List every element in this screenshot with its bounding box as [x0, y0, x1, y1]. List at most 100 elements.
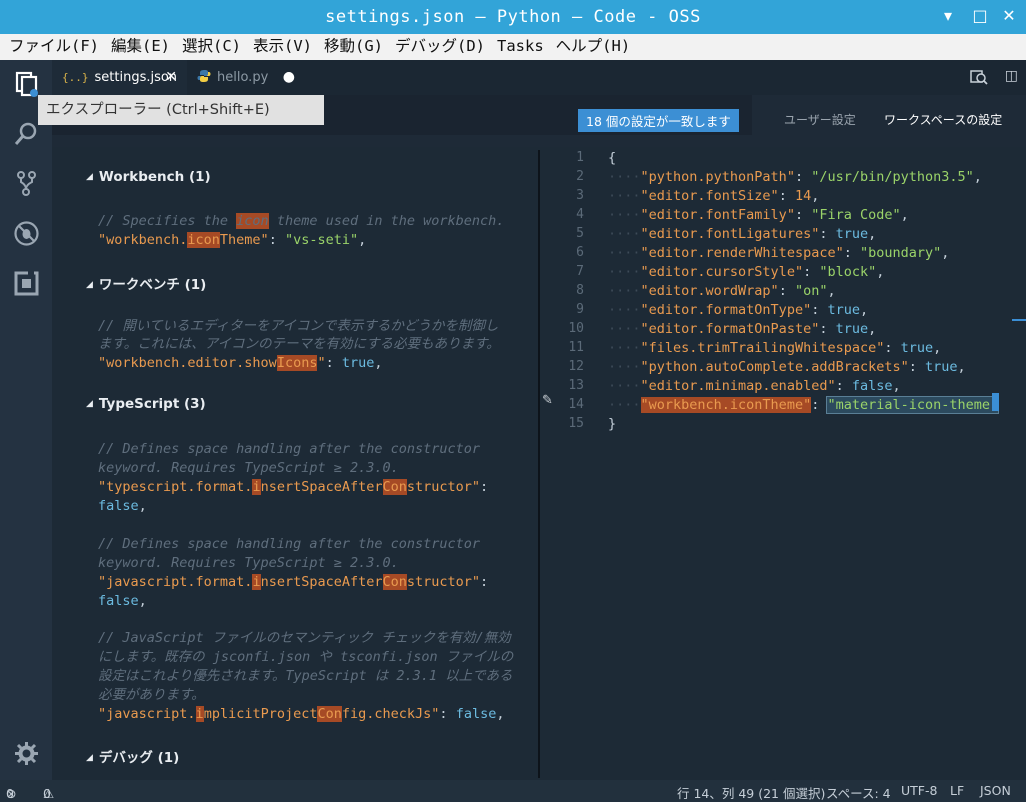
code-line[interactable]: ····"editor.formatOnType": true,	[608, 302, 868, 318]
line-number: 15	[568, 416, 584, 431]
line-ending[interactable]: LF	[950, 783, 964, 798]
search-icon[interactable]	[13, 120, 40, 147]
tab-hello-py[interactable]: hello.py ●	[187, 60, 307, 95]
line-number: 10	[568, 321, 584, 336]
section-workbench[interactable]: ◢ Workbench (1)	[86, 169, 211, 185]
text-cursor	[992, 393, 999, 411]
menu-view[interactable]: 表示(V)	[253, 34, 312, 58]
setting-comment: keyword. Requires TypeScript ≥ 2.3.0.	[98, 555, 399, 571]
default-settings-pane: ◢ Workbench (1) // Specifies the icon the…	[52, 147, 538, 780]
edit-pencil-icon[interactable]: ✎	[542, 393, 553, 408]
setting-value: false,	[98, 498, 147, 514]
python-icon	[197, 69, 211, 86]
code-line[interactable]: ····"editor.fontLigatures": true,	[608, 226, 876, 242]
line-number: 3	[576, 188, 584, 203]
code-line[interactable]: ····"files.trimTrailingWhitespace": true…	[608, 340, 941, 356]
collapse-triangle-icon: ◢	[86, 172, 93, 182]
setting-comment: にします。既存の jsconfi.json や tsconfi.json ファイ…	[98, 649, 514, 665]
line-number: 9	[576, 302, 584, 317]
open-preview-icon[interactable]	[970, 68, 988, 86]
code-line[interactable]: ····"editor.fontFamily": "Fira Code",	[608, 207, 909, 223]
tab-label: hello.py	[217, 70, 269, 85]
activity-bar	[0, 60, 52, 780]
setting-entry[interactable]: "javascript.implicitProjectConfig.checkJ…	[98, 705, 504, 724]
scrollbar-marker	[1012, 319, 1026, 321]
match-count-badge: 18 個の設定が一致します	[578, 109, 739, 132]
setting-comment: // JavaScript ファイルのセマンティック チェックを有効/無効	[98, 630, 511, 646]
menu-edit[interactable]: 編集(E)	[111, 34, 170, 58]
tab-workspace-settings[interactable]: ワークスペースの設定	[884, 111, 1002, 128]
setting-entry[interactable]: "javascript.format.insertSpaceAfterConst…	[98, 573, 488, 592]
menu-tasks[interactable]: Tasks	[497, 34, 544, 58]
section-workbench-ja[interactable]: ◢ ワークベンチ (1)	[86, 273, 206, 293]
collapse-triangle-icon: ◢	[86, 753, 93, 763]
gear-icon[interactable]	[13, 740, 40, 767]
collapse-triangle-icon: ◢	[86, 399, 93, 409]
setting-comment: 設定はこれより優先されます。TypeScript は 2.3.1 以上である	[98, 668, 513, 684]
setting-entry[interactable]: "workbench.iconTheme": "vs-seti",	[98, 231, 366, 250]
title-bar: settings.json — Python — Code - OSS ▾ □ …	[0, 0, 1026, 34]
setting-comment: ます。これには、アイコンのテーマを有効にする必要もあります。	[98, 336, 500, 352]
extensions-icon[interactable]	[13, 270, 40, 297]
menu-go[interactable]: 移動(G)	[324, 34, 383, 58]
minimize-icon[interactable]: ▾	[938, 6, 958, 25]
unsaved-dot-icon[interactable]: ●	[283, 69, 295, 85]
collapse-triangle-icon: ◢	[86, 280, 93, 290]
status-bar: ⊗ 0 ⚠ 0 行 14、列 49 (21 個選択) スペース: 4 UTF-8 …	[0, 780, 1026, 802]
cursor-position[interactable]: 行 14、列 49 (21 個選択)	[677, 783, 825, 802]
line-number: 1	[576, 150, 584, 165]
indentation[interactable]: スペース: 4	[826, 783, 891, 802]
line-number: 4	[576, 207, 584, 222]
close-icon[interactable]: ✕	[999, 6, 1019, 25]
setting-comment: // Defines space handling after the cons…	[98, 441, 481, 457]
line-number: 14	[568, 397, 584, 412]
encoding[interactable]: UTF-8	[901, 783, 937, 798]
setting-entry[interactable]: "workbench.editor.showIcons": true,	[98, 354, 383, 373]
code-line[interactable]: ····"editor.renderWhitespace": "boundary…	[608, 245, 949, 261]
section-typescript[interactable]: ◢ TypeScript (3)	[86, 396, 206, 412]
setting-value: false,	[98, 593, 147, 609]
section-debug[interactable]: ◢ デバッグ (1)	[86, 746, 179, 766]
code-line[interactable]: ····"python.pythonPath": "/usr/bin/pytho…	[608, 169, 982, 185]
window-title: settings.json — Python — Code - OSS	[325, 7, 701, 27]
explorer-icon[interactable]	[13, 70, 40, 97]
menu-debug[interactable]: デバッグ(D)	[395, 34, 485, 58]
code-line[interactable]: }	[608, 416, 616, 432]
line-number: 8	[576, 283, 584, 298]
code-line[interactable]: ····"editor.cursorStyle": "block",	[608, 264, 884, 280]
tab-user-settings[interactable]: ユーザー設定	[784, 111, 856, 128]
split-editor-icon[interactable]: ◫	[1005, 68, 1018, 84]
setting-comment: 必要があります。	[98, 687, 205, 703]
source-control-icon[interactable]	[13, 170, 40, 197]
line-number: 7	[576, 264, 584, 279]
setting-entry[interactable]: "typescript.format.insertSpaceAfterConst…	[98, 478, 488, 497]
code-line[interactable]: ····"editor.formatOnPaste": true,	[608, 321, 876, 337]
line-number: 5	[576, 226, 584, 241]
code-line[interactable]: ····"editor.fontSize": 14,	[608, 188, 819, 204]
setting-comment: keyword. Requires TypeScript ≥ 2.3.0.	[98, 460, 399, 476]
setting-comment: // 開いているエディターをアイコンで表示するかどうかを制御し	[98, 318, 499, 334]
code-line[interactable]: ····"editor.wordWrap": "on",	[608, 283, 836, 299]
close-tab-icon[interactable]: ✕	[165, 69, 177, 85]
language-mode[interactable]: JSON	[980, 783, 1011, 798]
line-number: 11	[568, 340, 584, 355]
json-file-icon: {..}	[62, 71, 89, 84]
explorer-tooltip: エクスプローラー (Ctrl+Shift+E)	[38, 95, 324, 125]
menu-file[interactable]: ファイル(F)	[9, 34, 99, 58]
line-number: 6	[576, 245, 584, 260]
code-line[interactable]: ····"editor.minimap.enabled": false,	[608, 378, 901, 394]
tab-bar: {..} settings.json ✕ hello.py ● ◫	[52, 60, 1026, 95]
debug-icon[interactable]	[13, 220, 40, 247]
code-line[interactable]: {	[608, 150, 616, 166]
line-number: 13	[568, 378, 584, 393]
code-line[interactable]: ····"workbench.iconTheme": "material-ico…	[608, 396, 1000, 414]
menu-help[interactable]: ヘルプ(H)	[556, 34, 631, 58]
tab-settings-json[interactable]: {..} settings.json ✕	[52, 60, 187, 95]
menu-bar: ファイル(F) 編集(E) 選択(C) 表示(V) 移動(G) デバッグ(D) Tasks ヘ…	[0, 34, 1026, 60]
line-number: 12	[568, 359, 584, 374]
setting-comment: // Defines space handling after the cons…	[98, 536, 481, 552]
setting-comment: // Specifies the icon theme used in the …	[98, 213, 505, 229]
code-line[interactable]: ····"python.autoComplete.addBrackets": t…	[608, 359, 966, 375]
maximize-icon[interactable]: □	[970, 6, 990, 25]
menu-selection[interactable]: 選択(C)	[182, 34, 241, 58]
